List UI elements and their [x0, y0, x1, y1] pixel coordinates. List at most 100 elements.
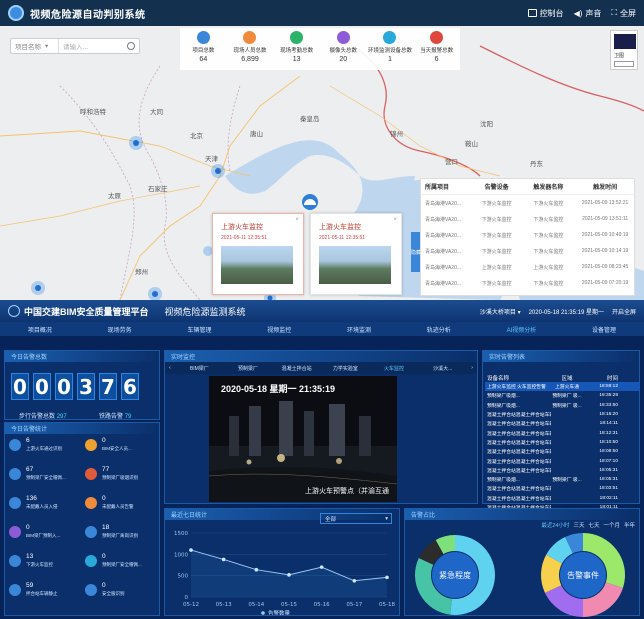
nav-item[interactable]: 轨迹分析 [427, 325, 451, 334]
chevron-down-icon: ▾ [45, 43, 49, 50]
camera-tab[interactable]: BIM梁厂 [175, 365, 224, 372]
alarm-type-item[interactable]: 0 BIM安全人员... [85, 437, 157, 459]
camera-tab[interactable]: 沙溪大... [418, 365, 467, 372]
app-logo-icon [8, 5, 24, 21]
table-cell: 青岛海港VA20... [425, 280, 462, 287]
alarm-type-item[interactable]: 59 拌合站车辆静止 [9, 582, 81, 604]
search-icon[interactable] [127, 42, 135, 50]
nav-item[interactable]: 项目概况 [28, 325, 52, 334]
prev-icon[interactable]: ‹ [165, 365, 175, 371]
list-item[interactable]: 预制梁厂吸烟... 预制梁厂 吸... 18:05:31 [485, 475, 640, 484]
camera-tab[interactable]: 预制梁厂 [224, 365, 273, 372]
list-cell: 18:10:50 [599, 439, 618, 445]
list-item[interactable]: 混凝土拌合站混凝土拌合站车辆... 18:07:10 [485, 456, 640, 465]
nav-item[interactable]: 车辆管理 [187, 325, 211, 334]
search-input[interactable]: 请输入... [59, 41, 127, 51]
data-point[interactable] [221, 557, 226, 562]
nav-item[interactable]: 视频监控 [267, 325, 291, 334]
data-point[interactable] [352, 578, 357, 583]
alarm-type-item[interactable]: 0 安全服识别 [85, 582, 157, 604]
list-cell: 混凝土拌合站混凝土拌合站车辆... [487, 431, 551, 437]
map-label-beijing: 北京 [190, 131, 204, 140]
list-item[interactable]: 混凝土拌合站混凝土拌合站车辆... 18:14:11 [485, 419, 640, 428]
alarm-type-item[interactable]: 67 预制梁厂安全帽佩... [9, 466, 81, 488]
camera-tab[interactable]: 力学实验室 [321, 365, 370, 372]
alarm-type-icon [85, 439, 97, 451]
alarm-type-item[interactable]: 0 BIM梁厂预制入... [9, 524, 81, 546]
panel-title: 今日告警总数 [5, 351, 159, 362]
list-item[interactable]: 混凝土拌合站混凝土拌合站车辆... 18:02:11 [485, 494, 640, 503]
alarm-type-icon [85, 497, 97, 509]
alarm-type-count: 6 [26, 437, 30, 444]
camera-tab[interactable]: 混凝土拌合站 [272, 365, 321, 372]
alarm-type-item[interactable]: 77 预制梁厂吸烟识别 [85, 466, 157, 488]
list-item[interactable]: 混凝土拌合站混凝土拌合站车辆... 18:03:51 [485, 484, 640, 493]
data-point[interactable] [287, 573, 291, 577]
alarm-icon [430, 31, 444, 44]
list-item[interactable]: 混凝土拌合站混凝土拌合站车辆... 18:10:50 [485, 438, 640, 447]
table-row[interactable]: 青岛海港VA20... 下游火车监控 下游火车监控 2021-05-09 10:49:… [421, 227, 634, 243]
stats-bar: 项目总数 64 现场人员总数 6,899 现场考勤总数 13 摄像头总数 20 环境监测… [180, 28, 460, 70]
nav-item[interactable]: 设备管理 [592, 325, 616, 334]
alarm-type-count: 0 [102, 553, 106, 560]
platform-title: 中国交建BIM安全质量管理平台 [24, 306, 149, 317]
alarm-type-icon [85, 584, 97, 596]
worker-icon [243, 31, 257, 44]
list-item[interactable]: 混凝土拌合站混凝土拌合站车辆... 18:08:50 [485, 447, 640, 456]
alarm-type-count: 77 [102, 466, 110, 473]
next-icon[interactable]: › [467, 365, 477, 371]
camera-tab[interactable]: 火车监控 [370, 365, 419, 372]
alarm-type-item[interactable]: 0 未配戴人员告警 [85, 495, 157, 517]
nav-item[interactable]: 现场劳务 [108, 325, 132, 334]
list-cell: 18:07:10 [599, 458, 618, 464]
dashboard-header: 中国交建BIM安全质量管理平台 视频危险源监测系统 沙溪大桥项目 ▾ 2020-… [0, 300, 644, 322]
fullscreen-button[interactable]: ⛶ 全屏 [611, 8, 636, 19]
table-cell: 下游火车监控 [481, 248, 512, 255]
camera-snapshot[interactable] [221, 246, 293, 284]
fullscreen-button[interactable]: 开启全屏 [612, 307, 636, 316]
data-point[interactable] [189, 548, 193, 552]
zoom-toggle[interactable] [614, 61, 634, 67]
nav-item[interactable]: AI视频分析 [507, 325, 537, 334]
project-switch[interactable]: 沙溪大桥项目 ▾ [480, 307, 521, 316]
table-row[interactable]: 青岛海港VA20... 下游火车监控 下游火车监控 2021-05-09 13:52:… [421, 195, 634, 211]
trend-select[interactable]: 全部 ▾ [320, 513, 392, 524]
list-item[interactable]: 预制梁厂吸烟... 预制梁厂 吸... 18:33:50 [485, 401, 640, 410]
nav-item[interactable]: 环境监测 [347, 325, 371, 334]
alarm-type-item[interactable]: 18 预制梁厂离岗识别 [85, 524, 157, 546]
list-cell: 预制梁厂 吸... [552, 478, 582, 484]
data-point[interactable] [319, 565, 324, 569]
list-item[interactable]: 混凝土拌合站混凝土拌合站车辆... 18:12:31 [485, 428, 640, 437]
data-point[interactable] [385, 575, 389, 580]
list-item[interactable]: 混凝土拌合站混凝土拌合站车辆... 18:05:31 [485, 466, 640, 475]
table-row[interactable]: 青岛海港VA20... 下游火车监控 下游火车监控 2021-05-09 13:51:… [421, 211, 634, 227]
camera-tabs: ‹ BIM梁厂 预制梁厂 混凝土拌合站 力学实验室 火车监控 沙溪大... › [165, 362, 477, 374]
alarm-type-label: BIM安全人员... [102, 446, 132, 451]
alarm-type-item[interactable]: 0 预制梁厂安全帽佩... [85, 553, 157, 575]
camera-popup-2[interactable]: × 上游火车监控 2021-05-11 12:35:51 [310, 213, 402, 295]
video-feed[interactable]: 2020-05-18 星期一 21:35:19 上游火车预警点（并渝互通 [209, 376, 397, 502]
list-item[interactable]: 上游火车监控 火车监控告警 上游火车通 18:59:12 [485, 382, 640, 392]
alarm-type-icon [9, 555, 21, 567]
list-item[interactable]: 预制梁厂吸烟... 预制梁厂 吸... 18:35:29 [485, 391, 640, 400]
map-type-switch[interactable]: 卫图 [610, 30, 638, 70]
close-icon[interactable]: × [295, 217, 299, 223]
list-item[interactable]: 混凝土拌合站混凝土拌合站车辆... 18:16:20 [485, 410, 640, 419]
table-row[interactable]: 青岛海港VA20... 下游火车监控 下游火车监控 2021-05-09 10:14:… [421, 243, 634, 259]
table-row[interactable]: 青岛海港VA20... 下游火车监控 下游火车监控 2021-05-09 07:20:… [421, 275, 634, 291]
alarm-type-item[interactable]: 6 上游火车通过识别 [9, 437, 81, 459]
close-icon[interactable]: × [393, 217, 397, 223]
console-button[interactable]: 控制台 [527, 8, 564, 19]
project-select[interactable]: 项目名称 ▾ [11, 39, 59, 53]
sound-button[interactable]: ◀) 声音 [574, 8, 602, 19]
table-cell: 下游火车监控 [533, 200, 564, 207]
alarm-type-item[interactable]: 13 下游火车监控 [9, 553, 81, 575]
y-tick-label: 1500 [174, 531, 188, 537]
camera-popup-1[interactable]: × 上游火车监控 2021-05-11 12:35:51 [212, 213, 304, 295]
camera-snapshot[interactable] [319, 246, 391, 284]
data-point[interactable] [254, 567, 259, 572]
table-row[interactable]: 青岛海港VA20... 上游火车监控 上游火车监控 2021-05-09 08:23:… [421, 259, 634, 275]
list-cell: 18:59:12 [599, 384, 618, 390]
alarm-type-item[interactable]: 136 未配戴人员入侵 [9, 495, 81, 517]
stat-workers: 现场人员总数 6,899 [228, 31, 272, 70]
